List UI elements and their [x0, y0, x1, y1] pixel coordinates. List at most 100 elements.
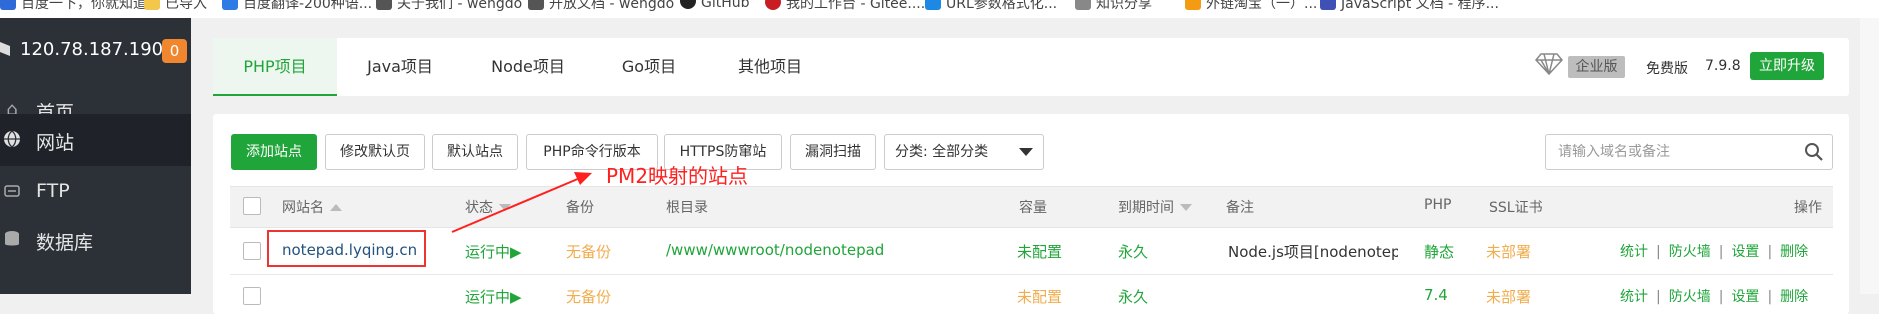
column-root-dir: 根目录	[666, 200, 708, 216]
column-remark: 备注	[1226, 200, 1254, 216]
row-actions: 统计 | 防火墙 | 设置 | 删除	[1620, 289, 1809, 305]
add-site-button[interactable]: 添加站点	[231, 134, 317, 170]
diamond-icon	[1535, 53, 1563, 76]
bookmark-item[interactable]: 外链淘宝（一）...	[1185, 0, 1317, 13]
url-tool-icon	[925, 0, 941, 10]
page-icon	[376, 0, 392, 10]
annotation-text: PM2映射的站点	[606, 164, 749, 188]
sidebar-item-website[interactable]: 网站	[0, 114, 191, 166]
sort-desc-icon	[499, 204, 511, 211]
settings-link[interactable]: 设置	[1731, 244, 1759, 260]
status-running[interactable]: 运行中▶	[465, 241, 522, 262]
default-site-button[interactable]: 默认站点	[432, 134, 518, 170]
search-input[interactable]	[1556, 143, 1800, 161]
tab-node[interactable]: Node项目	[463, 38, 593, 96]
ftp-icon	[2, 182, 22, 202]
tab-other[interactable]: 其他项目	[705, 38, 835, 96]
free-edition-label: 免费版	[1646, 61, 1688, 77]
bookmark-item[interactable]: 开放文档 - wengdo	[528, 0, 674, 13]
expire-value[interactable]: 永久	[1118, 286, 1148, 307]
php-version[interactable]: 静态	[1424, 241, 1454, 262]
stats-link[interactable]: 统计	[1620, 289, 1648, 305]
tab-php[interactable]: PHP项目	[213, 38, 337, 96]
php-version[interactable]: 7.4	[1424, 286, 1448, 304]
delete-link[interactable]: 删除	[1780, 289, 1808, 305]
ssl-status[interactable]: 未部署	[1486, 286, 1531, 307]
column-capacity: 容量	[1019, 200, 1047, 216]
search-box	[1545, 134, 1833, 170]
server-ip[interactable]: 120.78.187.190	[20, 39, 163, 60]
settings-link[interactable]: 设置	[1731, 289, 1759, 305]
translate-icon	[222, 0, 238, 10]
select-all-checkbox[interactable]	[243, 197, 261, 215]
tab-go[interactable]: Go项目	[593, 38, 705, 96]
column-php: PHP	[1424, 197, 1452, 213]
js-docs-icon	[1320, 0, 1336, 10]
sidebar-item-label: 网站	[36, 132, 75, 154]
row-checkbox[interactable]	[243, 287, 261, 305]
vuln-scan-button[interactable]: 漏洞扫描	[790, 134, 876, 170]
globe-icon	[2, 130, 22, 150]
server-header: 120.78.187.190 0	[0, 18, 191, 63]
ssl-status[interactable]: 未部署	[1486, 241, 1531, 262]
row-checkbox[interactable]	[243, 242, 261, 260]
column-site-name[interactable]: 网站名	[282, 197, 342, 217]
stats-link[interactable]: 统计	[1620, 244, 1648, 260]
bookmark-item[interactable]: 百度翻译-200种语...	[222, 0, 372, 13]
message-badge[interactable]: 0	[162, 39, 187, 63]
page-icon	[528, 0, 544, 10]
remark-value[interactable]: Node.js项目[nodenotepa	[1228, 241, 1398, 262]
category-select[interactable]: 分类: 全部分类	[884, 134, 1044, 170]
column-status[interactable]: 状态	[465, 197, 511, 217]
firewall-link[interactable]: 防火墙	[1669, 289, 1711, 305]
bookmark-item[interactable]: 百度一下，你就知道	[0, 0, 147, 13]
column-ssl: SSL证书	[1489, 200, 1543, 216]
modify-default-page-button[interactable]: 修改默认页	[325, 134, 425, 170]
knowledge-icon	[1075, 0, 1091, 10]
folder-icon	[144, 0, 160, 10]
row-actions: 统计 | 防火墙 | 设置 | 删除	[1620, 244, 1809, 260]
sort-desc-icon	[1180, 204, 1192, 211]
bookmark-item[interactable]: 关于我们 - wengdo	[376, 0, 522, 13]
database-icon	[2, 230, 22, 250]
github-icon	[680, 0, 696, 9]
page-scrollbar[interactable]	[1860, 18, 1879, 294]
sidebar-item-label: FTP	[36, 180, 70, 202]
bookmark-item[interactable]: 已导入	[144, 0, 207, 13]
row-divider	[230, 274, 1833, 275]
backup-status[interactable]: 无备份	[566, 286, 611, 307]
bookmarks-bar: 百度一下，你就知道 已导入 百度翻译-200种语... 关于我们 - wengd…	[0, 0, 1879, 18]
version-number: 7.9.8	[1705, 58, 1741, 74]
status-running[interactable]: 运行中▶	[465, 286, 522, 307]
column-expire[interactable]: 到期时间	[1118, 197, 1192, 217]
upgrade-button[interactable]: 立即升级	[1750, 52, 1824, 80]
capacity-value[interactable]: 未配置	[1017, 241, 1062, 262]
bookmark-item[interactable]: JavaScript 文档 - 程序...	[1320, 0, 1499, 13]
bookmark-item[interactable]: URL参数格式化...	[925, 0, 1057, 13]
sidebar-item-ftp[interactable]: FTP	[0, 166, 191, 218]
gitee-icon	[765, 0, 781, 10]
shop-icon	[1185, 0, 1201, 10]
bookmark-item[interactable]: 我的工作台 - Gitee....	[765, 0, 925, 13]
server-icon	[0, 42, 10, 56]
column-actions: 操作	[1794, 200, 1822, 216]
sort-asc-icon	[330, 204, 342, 211]
baidu-icon	[0, 0, 16, 10]
sidebar-item-database[interactable]: 数据库	[0, 214, 191, 266]
column-backup: 备份	[566, 200, 594, 216]
capacity-value[interactable]: 未配置	[1017, 286, 1062, 307]
sidebar-item-label: 数据库	[36, 232, 94, 254]
chevron-down-icon	[1019, 148, 1033, 156]
enterprise-tag[interactable]: 企业版	[1568, 56, 1625, 78]
tab-java[interactable]: Java项目	[337, 38, 463, 96]
root-dir-link[interactable]: /www/wwwroot/nodenotepad	[666, 241, 884, 259]
backup-status[interactable]: 无备份	[566, 241, 611, 262]
firewall-link[interactable]: 防火墙	[1669, 244, 1711, 260]
delete-link[interactable]: 删除	[1780, 244, 1808, 260]
search-icon[interactable]	[1804, 142, 1824, 162]
category-select-value: 分类: 全部分类	[895, 144, 989, 160]
expire-value[interactable]: 永久	[1118, 241, 1148, 262]
bookmark-item[interactable]: 知识分享	[1075, 0, 1152, 13]
bookmark-item[interactable]: GitHub	[680, 0, 750, 11]
annotation-highlight-box	[267, 230, 426, 267]
